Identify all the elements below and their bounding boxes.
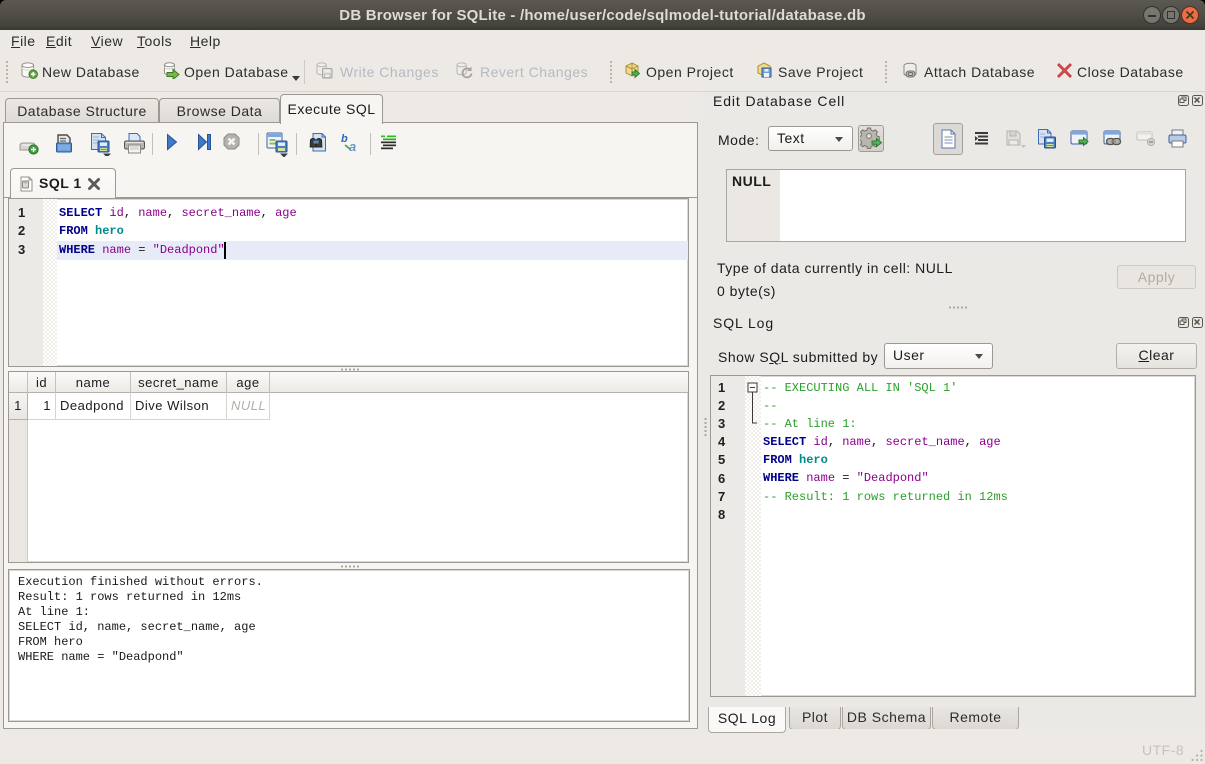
svg-text:a: a	[349, 139, 357, 153]
svg-text:b: b	[341, 133, 348, 145]
